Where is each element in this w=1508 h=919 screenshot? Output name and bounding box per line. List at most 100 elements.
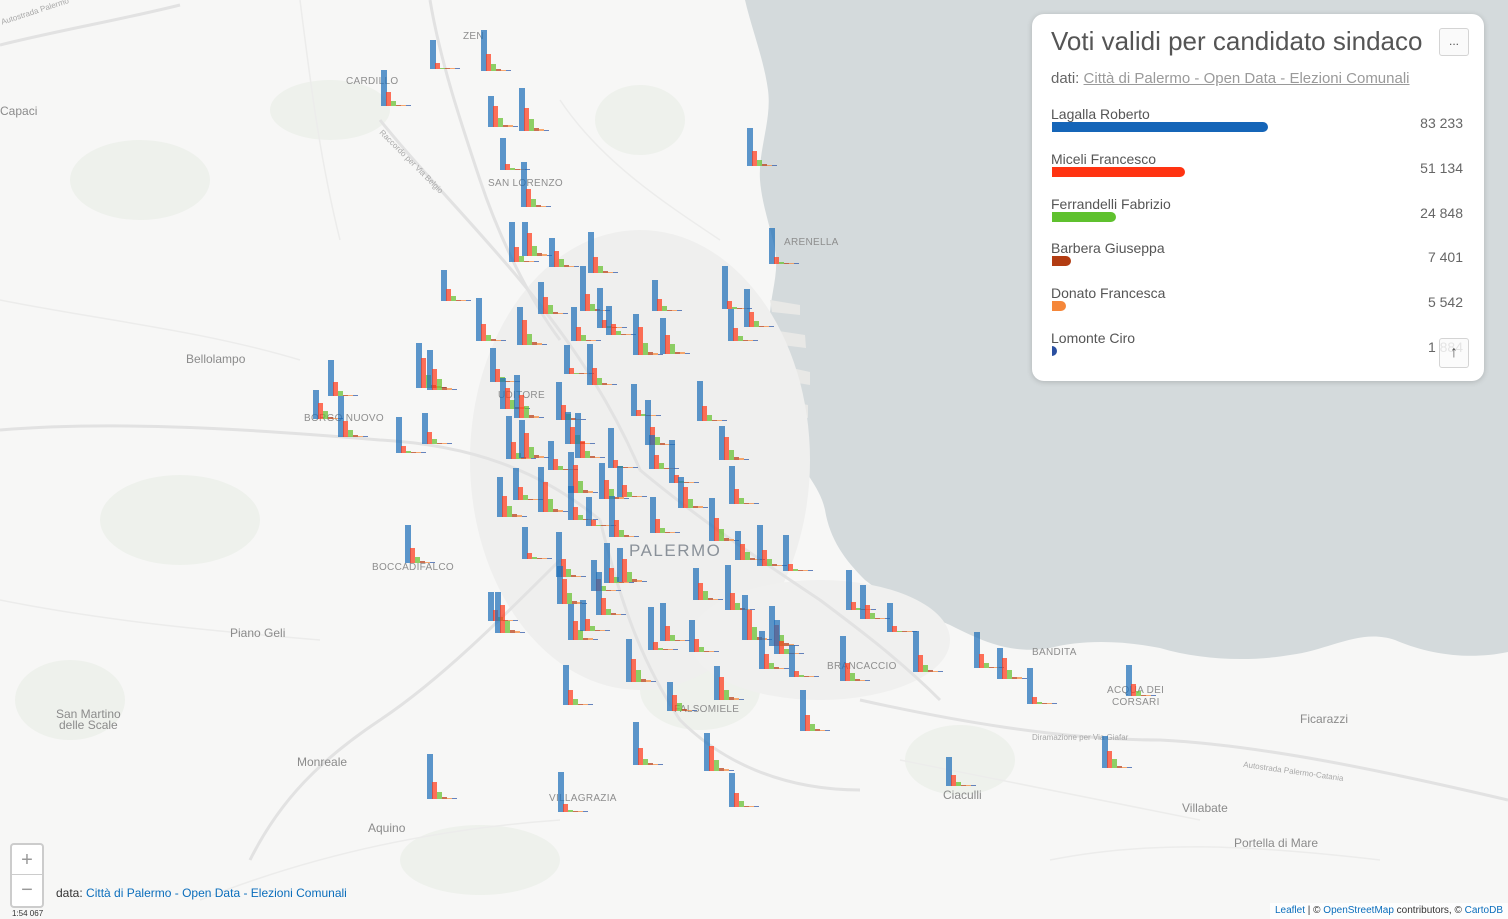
candidate-bar-track <box>1052 256 1372 267</box>
district-bar <box>769 326 774 327</box>
district-marker[interactable] <box>667 682 707 711</box>
district-bar <box>501 340 506 341</box>
candidate-row: Miceli Francesco 51 134 <box>1051 151 1463 195</box>
district-marker[interactable] <box>704 733 744 771</box>
district-marker[interactable] <box>608 428 648 468</box>
district-marker[interactable] <box>563 665 603 705</box>
district-marker[interactable] <box>427 350 467 390</box>
menu-button[interactable]: ... <box>1439 28 1469 56</box>
district-marker[interactable] <box>381 70 421 106</box>
candidate-row: Donato Francesca 5 542 <box>1051 285 1463 329</box>
district-marker[interactable] <box>913 631 953 672</box>
candidate-votes: 5 542 <box>1427 294 1463 311</box>
district-bar <box>430 562 435 563</box>
district-marker[interactable] <box>946 757 986 786</box>
district-marker[interactable] <box>521 162 561 207</box>
district-bar <box>563 313 568 314</box>
source-link[interactable]: Città di Palermo - Open Data - Elezioni … <box>1084 70 1410 87</box>
district-marker[interactable] <box>747 128 787 166</box>
district-marker[interactable] <box>769 228 809 264</box>
district-marker[interactable] <box>800 690 840 731</box>
district-marker[interactable] <box>652 280 692 311</box>
district-marker[interactable] <box>729 773 769 807</box>
district-marker[interactable] <box>617 466 657 497</box>
district-bar <box>421 452 426 453</box>
district-bar <box>794 263 799 264</box>
district-marker[interactable] <box>481 30 521 71</box>
carto-link[interactable]: CartoDB <box>1465 905 1503 916</box>
district-bar <box>865 680 870 681</box>
district-bar <box>718 599 723 600</box>
district-marker[interactable] <box>580 600 620 631</box>
attribution-sep: | © <box>1304 905 1324 916</box>
district-marker[interactable] <box>571 307 611 341</box>
district-bar <box>547 558 552 559</box>
district-marker[interactable] <box>405 525 445 563</box>
district-marker[interactable] <box>1027 668 1067 704</box>
osm-link[interactable]: OpenStreetMap <box>1323 905 1394 916</box>
zoom-in-button[interactable]: + <box>12 845 42 875</box>
district-bar <box>772 165 777 166</box>
district-marker[interactable] <box>476 298 516 341</box>
district-bar <box>1052 703 1057 704</box>
district-marker[interactable] <box>441 270 481 301</box>
place-label-ficarazzi: Ficarazzi <box>1300 712 1349 726</box>
leaflet-link[interactable]: Leaflet <box>1275 905 1305 916</box>
district-marker[interactable] <box>1126 665 1166 696</box>
district-marker[interactable] <box>789 645 829 677</box>
district-bar <box>596 340 601 341</box>
district-bar <box>938 671 943 672</box>
credit-link[interactable]: Città di Palermo - Open Data - Elezioni … <box>86 886 347 900</box>
district-marker[interactable] <box>558 772 598 812</box>
district-marker[interactable] <box>422 413 462 444</box>
zoom-control: + − <box>10 843 44 908</box>
district-bar <box>406 105 411 106</box>
district-marker[interactable] <box>557 566 597 604</box>
district-marker[interactable] <box>427 754 467 799</box>
district-marker[interactable] <box>840 636 880 681</box>
place-label-san-martino-2: delle Scale <box>59 718 118 732</box>
candidate-row: Ferrandelli Fabrizio 24 848 <box>1051 196 1463 240</box>
district-marker[interactable] <box>714 666 754 700</box>
district-bar <box>605 630 610 631</box>
district-marker[interactable] <box>495 592 535 633</box>
district-marker[interactable] <box>728 309 768 341</box>
candidate-bar-track <box>1052 166 1372 177</box>
district-marker[interactable] <box>519 88 559 131</box>
candidate-name: Donato Francesca <box>1051 285 1166 302</box>
candidate-bar <box>1052 211 1116 222</box>
district-bar <box>744 459 749 460</box>
district-marker[interactable] <box>587 344 627 385</box>
district-marker[interactable] <box>626 639 666 682</box>
candidate-bar <box>1052 256 1071 267</box>
candidate-bar <box>1052 346 1057 356</box>
district-bar <box>814 676 819 677</box>
scroll-up-button[interactable]: ↑ <box>1439 338 1469 368</box>
district-bar <box>1127 767 1132 768</box>
district-bar <box>754 503 759 504</box>
district-bar <box>520 632 525 633</box>
zoom-out-button[interactable]: − <box>12 875 42 905</box>
district-marker[interactable] <box>549 238 589 267</box>
district-marker[interactable] <box>719 426 759 460</box>
district-marker[interactable] <box>609 496 649 537</box>
district-marker[interactable] <box>514 375 554 418</box>
district-bar <box>971 785 976 786</box>
district-marker[interactable] <box>689 620 729 652</box>
candidate-bar <box>1052 166 1185 177</box>
district-marker[interactable] <box>430 40 470 69</box>
district-marker[interactable] <box>497 477 537 517</box>
district-marker[interactable] <box>697 381 737 421</box>
district-marker[interactable] <box>887 603 927 632</box>
district-bar <box>739 699 744 700</box>
district-marker[interactable] <box>1102 736 1142 768</box>
district-marker[interactable] <box>783 535 823 571</box>
district-bar <box>685 353 690 354</box>
candidate-bar-track <box>1052 122 1372 132</box>
district-marker[interactable] <box>633 722 673 765</box>
district-marker[interactable] <box>660 318 700 354</box>
district-bar <box>673 649 678 650</box>
candidate-name: Lomonte Ciro <box>1051 330 1136 346</box>
district-bar <box>542 344 547 345</box>
district-marker[interactable] <box>338 396 378 437</box>
